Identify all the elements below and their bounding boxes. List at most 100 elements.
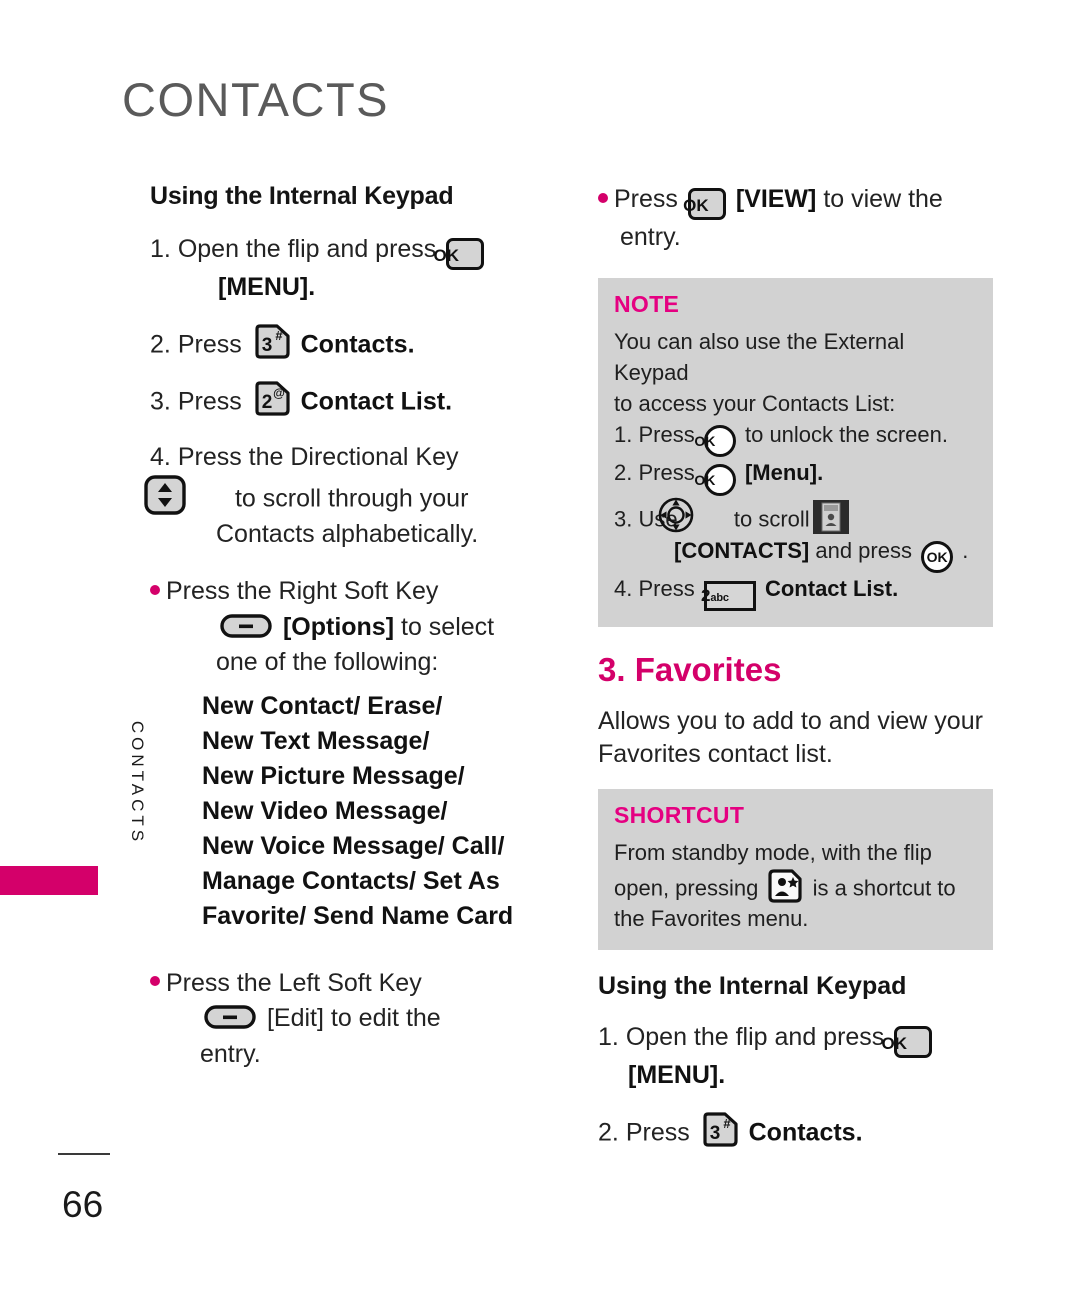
side-tab-label: CONTACTS	[128, 720, 147, 846]
ok-circle-icon: OK	[694, 463, 736, 496]
option-item: Favorite/ Send Name Card	[202, 901, 514, 930]
ok-key-icon: OK	[882, 1026, 933, 1059]
svg-text:#: #	[723, 1116, 731, 1131]
shortcut-line-2: open, pressing is a shortcut to	[614, 869, 977, 904]
soft-key-icon	[220, 613, 272, 638]
right-step-1-menu-label: [MENU].	[628, 1061, 726, 1090]
svg-text:3: 3	[261, 335, 272, 356]
right-bullet-view: Press OK [VIEW] to view the entry.	[598, 182, 993, 256]
favorites-heading: 3. Favorites	[598, 650, 782, 688]
right-step-2-text: Press	[625, 1118, 690, 1147]
soft-key-icon	[204, 1004, 256, 1030]
right-step-1: 1. Open the flip and press OK [MENU].	[598, 1020, 993, 1094]
note-step-3-number: 3.	[614, 505, 633, 531]
right-bullet-view-before: Press	[614, 185, 678, 213]
svg-text:2: 2	[261, 392, 272, 413]
key-3-hash-icon: 3 #	[701, 1112, 738, 1148]
right-step-2-label: Contacts.	[748, 1118, 863, 1147]
left-step-3-label: Contact List.	[300, 387, 453, 416]
left-step-2: 2. Press 3 # Contacts.	[150, 323, 550, 363]
bullet-dot-icon	[150, 584, 160, 595]
note-box-intro-1: You can also use the External Keypad	[614, 328, 905, 385]
left-bullet-edit-line1: Press the Left Soft Key	[166, 968, 422, 997]
left-step-4-text-after: to scroll through your Contacts alphabet…	[216, 484, 479, 548]
ok-key-icon: OK	[434, 238, 485, 271]
nav-pad-icon	[658, 496, 725, 534]
option-item: New Voice Message/ Call/	[202, 831, 505, 860]
left-step-1-number: 1.	[150, 235, 171, 263]
note-step-1: 1. Press OK to unlock the screen.	[614, 419, 977, 458]
note-step-4-after: Contact List.	[764, 576, 899, 602]
note-step-1-before: Press	[638, 422, 695, 448]
left-step-1-menu-label: [MENU].	[218, 273, 316, 302]
left-step-1-text: Open the flip and press	[177, 235, 437, 263]
left-step-2-label: Contacts.	[300, 330, 415, 359]
left-step-2-text: Press	[177, 330, 242, 359]
shortcut-line-2-before: open, pressing	[614, 874, 759, 900]
left-step-4-text-before: Press the Directional Key	[177, 442, 459, 471]
left-column: Using the Internal Keypad 1. Open the fl…	[144, 182, 550, 1080]
left-bullet-options-line2-rest: to select	[401, 612, 495, 641]
ok-circle-icon: OK	[694, 425, 736, 458]
right-section-heading: Using the Internal Keypad	[598, 972, 907, 1001]
footer-divider	[58, 1153, 110, 1155]
note-step-2-number: 2.	[614, 460, 633, 486]
shortcut-box-title: SHORTCUT	[614, 802, 745, 829]
left-bullet-options: Press the Right Soft Key [Options] to se…	[150, 574, 550, 681]
bullet-dot-icon	[598, 192, 608, 203]
note-step-2-before: Press	[638, 460, 695, 486]
left-bullet-edit-line3: entry.	[200, 1039, 261, 1068]
right-column: Press OK [VIEW] to view the entry. NOTE …	[598, 182, 993, 1165]
key-2-abc-icon: 2abc	[701, 580, 756, 611]
shortcut-box: SHORTCUT From standby mode, with the fli…	[598, 789, 993, 951]
right-step-2: 2. Press 3 # Contacts.	[598, 1112, 993, 1151]
left-step-2-number: 2.	[150, 330, 171, 359]
page-number: 66	[62, 1184, 104, 1225]
left-bullet-options-line3: one of the following:	[216, 648, 439, 677]
note-step-4-number: 4.	[614, 576, 633, 602]
favorites-description: Allows you to add to and view your Favor…	[598, 706, 983, 769]
shortcut-line-1: From standby mode, with the flip	[614, 840, 932, 866]
option-item: New Video Message/	[202, 796, 448, 825]
note-step-4: 4. Press 2abc Contact List.	[614, 573, 977, 611]
side-tab-marker	[0, 866, 98, 895]
shortcut-line-2-after: is a shortcut to	[812, 874, 956, 900]
note-step-4-before: Press	[638, 576, 695, 602]
key-2-at-icon: 2 @	[253, 380, 290, 417]
left-bullet-options-bracket: [Options]	[282, 612, 395, 641]
left-step-1: 1. Open the flip and press OK [MENU].	[150, 232, 550, 306]
left-step-3-text: Press	[177, 387, 242, 416]
note-step-3-sub-mid: and press	[815, 538, 912, 564]
note-step-1-number: 1.	[614, 422, 633, 448]
note-step-2: 2. Press OK [Menu].	[614, 457, 977, 496]
ok-key-icon: OK	[683, 188, 726, 221]
svg-text:@: @	[273, 386, 285, 400]
svg-text:#: #	[275, 328, 283, 343]
bullet-dot-icon	[150, 976, 160, 987]
note-step-1-after: to unlock the screen.	[744, 422, 948, 448]
option-item: New Text Message/	[202, 726, 430, 755]
note-step-3-sub-bracket: [CONTACTS]	[674, 538, 810, 564]
left-bullet-options-line1: Press the Right Soft Key	[166, 577, 439, 606]
note-step-3-sub-after: .	[962, 538, 969, 564]
favorites-shortcut-icon	[768, 869, 803, 903]
note-box-intro-2: to access your Contacts List:	[614, 391, 896, 417]
option-item: New Picture Message/	[202, 761, 465, 790]
note-step-3: 3. Use to scroll to [CONTACTS] and press…	[614, 496, 977, 574]
shortcut-line-3: the Favorites menu.	[614, 906, 809, 932]
page-title: CONTACTS	[122, 73, 390, 126]
ok-circle-icon: OK	[921, 541, 954, 574]
left-step-4-number: 4.	[150, 442, 171, 471]
up-down-key-icon	[144, 475, 225, 515]
left-step-3: 3. Press 2 @ Contact List.	[150, 380, 550, 420]
left-bullet-edit-line2-rest: to edit the	[330, 1004, 441, 1033]
left-step-3-number: 3.	[150, 387, 171, 416]
note-box: NOTE You can also use the External Keypa…	[598, 277, 993, 627]
left-bullet-edit-bracket: [Edit]	[266, 1004, 324, 1033]
option-item: Manage Contacts/ Set As	[202, 866, 500, 895]
right-step-2-number: 2.	[598, 1118, 619, 1147]
left-bullet-edit: Press the Left Soft Key [Edit] to edit t…	[150, 966, 550, 1073]
note-step-2-after: [Menu].	[744, 460, 824, 486]
note-box-title: NOTE	[614, 290, 680, 317]
options-list: New Contact/ Erase/ New Text Message/ Ne…	[150, 689, 550, 934]
